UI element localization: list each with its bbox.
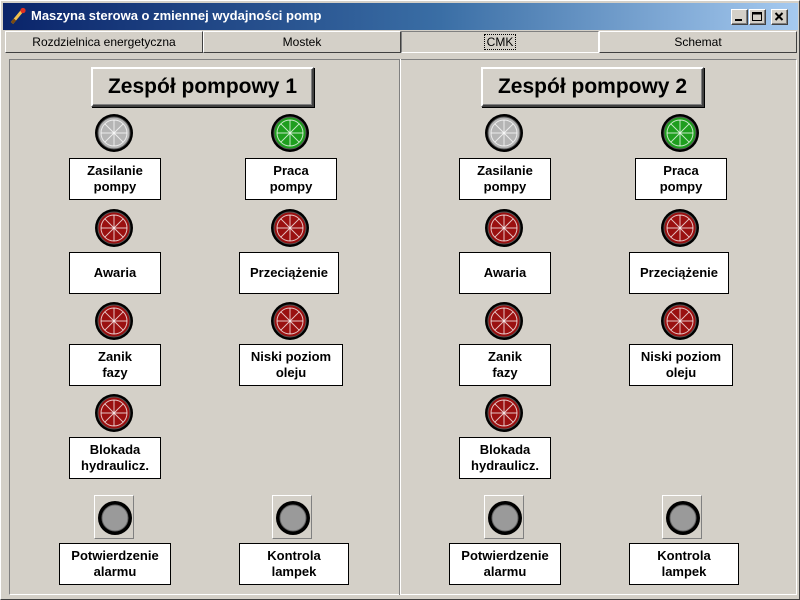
group-1-lamp-test-label: Kontrola lampek bbox=[239, 543, 349, 585]
group-1-indicator-lamp-icon bbox=[270, 301, 310, 341]
group-2-acknowledge-alarm-label: Potwierdzenie alarmu bbox=[449, 543, 561, 585]
group-2-indicator-lamp-icon bbox=[660, 208, 700, 248]
push-button-icon bbox=[488, 501, 522, 535]
push-button-icon bbox=[276, 501, 310, 535]
app-icon bbox=[9, 7, 27, 25]
maximize-icon bbox=[752, 12, 762, 21]
group-1-indicator-label: Zanik fazy bbox=[69, 344, 161, 386]
tab-bar: Rozdzielnica energetyczna Mostek CMK Sch… bbox=[5, 31, 797, 53]
push-button-icon bbox=[666, 501, 700, 535]
group-1-indicator-label: Niski poziom oleju bbox=[239, 344, 343, 386]
group-divider bbox=[399, 59, 401, 595]
window-title: Maszyna sterowa o zmiennej wydajności po… bbox=[31, 8, 322, 23]
close-icon bbox=[774, 12, 784, 21]
group-2-indicator-label: Blokada hydraulicz. bbox=[459, 437, 551, 479]
maximize-button[interactable] bbox=[749, 9, 766, 25]
group-2-indicator-label: Awaria bbox=[459, 252, 551, 294]
group-2-indicator-lamp-icon bbox=[484, 113, 524, 153]
minimize-icon bbox=[735, 19, 742, 21]
group-2-indicator-lamp-icon bbox=[484, 393, 524, 433]
group-2-title: Zespół pompowy 2 bbox=[481, 67, 704, 107]
group-1-indicator-label: Awaria bbox=[69, 252, 161, 294]
group-2-indicator-lamp-icon bbox=[484, 208, 524, 248]
group-1-indicator-lamp-icon bbox=[94, 208, 134, 248]
group-1-lamp-test-button[interactable] bbox=[272, 495, 312, 539]
tab-schemat[interactable]: Schemat bbox=[599, 31, 797, 53]
group-1-indicator-label: Blokada hydraulicz. bbox=[69, 437, 161, 479]
group-2-indicator-lamp-icon bbox=[484, 301, 524, 341]
group-1-indicator-lamp-icon bbox=[94, 301, 134, 341]
group-2-indicator-label: Praca pompy bbox=[635, 158, 727, 200]
group-1-acknowledge-alarm-button[interactable] bbox=[94, 495, 134, 539]
group-2-lamp-test-label: Kontrola lampek bbox=[629, 543, 739, 585]
group-1-indicator-lamp-icon bbox=[270, 208, 310, 248]
group-2-indicator-label: Przeciążenie bbox=[629, 252, 729, 294]
group-1-indicator-lamp-icon bbox=[94, 113, 134, 153]
app-window: Maszyna sterowa o zmiennej wydajności po… bbox=[0, 0, 800, 600]
group-2-indicator-lamp-icon bbox=[660, 113, 700, 153]
tab-cmk[interactable]: CMK bbox=[401, 31, 599, 53]
group-1-acknowledge-alarm-label: Potwierdzenie alarmu bbox=[59, 543, 171, 585]
tab-rozdzielnica[interactable]: Rozdzielnica energetyczna bbox=[5, 31, 203, 53]
group-1-indicator-label: Przeciążenie bbox=[239, 252, 339, 294]
tab-mostek[interactable]: Mostek bbox=[203, 31, 401, 53]
push-button-icon bbox=[98, 501, 132, 535]
group-2-indicator-lamp-icon bbox=[660, 301, 700, 341]
group-2-acknowledge-alarm-button[interactable] bbox=[484, 495, 524, 539]
group-1-indicator-lamp-icon bbox=[270, 113, 310, 153]
minimize-button[interactable] bbox=[731, 9, 748, 25]
group-1-indicator-label: Zasilanie pompy bbox=[69, 158, 161, 200]
group-2-lamp-test-button[interactable] bbox=[662, 495, 702, 539]
group-2-indicator-label: Zanik fazy bbox=[459, 344, 551, 386]
group-2-indicator-label: Zasilanie pompy bbox=[459, 158, 551, 200]
close-button[interactable] bbox=[771, 9, 788, 25]
group-2-indicator-label: Niski poziom oleju bbox=[629, 344, 733, 386]
group-1-indicator-lamp-icon bbox=[94, 393, 134, 433]
group-1-indicator-label: Praca pompy bbox=[245, 158, 337, 200]
group-1-title: Zespół pompowy 1 bbox=[91, 67, 314, 107]
title-bar[interactable]: Maszyna sterowa o zmiennej wydajności po… bbox=[3, 3, 798, 30]
